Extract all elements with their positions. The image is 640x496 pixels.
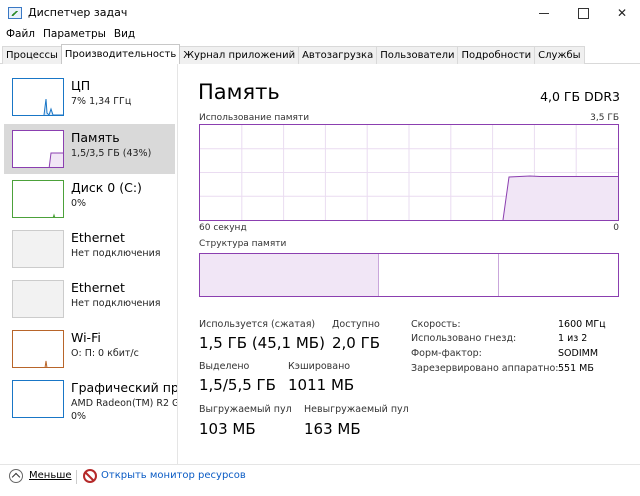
disk-thumbnail-graph [12,180,64,218]
reserved-label: Зарезервировано аппаратно: [411,363,559,374]
menu-bar: Файл Параметры Вид [0,26,139,44]
maximize-button[interactable] [561,0,605,26]
chevron-up-icon[interactable] [9,469,23,483]
usage-graph-max: 3,5 ГБ [590,113,619,123]
task-manager-icon [8,7,22,19]
tab-bar: Процессы Производительность Журнал прило… [0,44,640,64]
sidebar-item-label: Графический про [71,380,178,395]
structure-label: Структура памяти [199,239,287,249]
sidebar-item-memory[interactable]: Память 1,5/3,5 ГБ (43%) [4,124,175,174]
speed-value: 1600 МГц [558,319,606,330]
sidebar-item-label: Память [71,130,120,145]
graph-time-right: 0 [613,223,619,233]
ethernet-thumbnail-graph [12,280,64,318]
sidebar-item-label: Wi-Fi [71,330,101,345]
slots-label: Использовано гнезд: [411,333,517,344]
performance-sidebar: ЦП 7% 1,34 ГГц Память 1,5/3,5 ГБ (43%) Д… [0,64,178,464]
form-factor-label: Форм-фактор: [411,348,482,359]
nonpaged-pool-label: Невыгружаемый пул [304,404,409,415]
resource-monitor-icon[interactable] [83,469,97,483]
sidebar-item-wifi[interactable]: Wi-Fi О: П: 0 кбит/с [4,324,175,374]
paged-pool-label: Выгружаемый пул [199,404,292,415]
sidebar-item-value: 7% 1,34 ГГц [71,96,132,107]
tab-processes[interactable]: Процессы [2,46,62,64]
tab-details[interactable]: Подробности [457,46,536,64]
sidebar-item-ethernet-1[interactable]: Ethernet Нет подключения [4,224,175,274]
memory-panel: Память 4,0 ГБ DDR3 Использование памяти … [178,64,640,464]
menu-options[interactable]: Параметры [39,26,110,44]
footer-bar: Меньше Открыть монитор ресурсов [0,464,640,496]
fewer-details-link[interactable]: Меньше [29,470,72,481]
menu-file[interactable]: Файл [0,26,39,44]
memory-structure-bar [199,253,619,297]
title-bar: Диспетчер задач [0,0,640,26]
sidebar-item-gpu[interactable]: Графический про AMD Radeon(TM) R2 Gr 0% [4,374,178,424]
open-resource-monitor-link[interactable]: Открыть монитор ресурсов [101,470,246,481]
tab-app-history[interactable]: Журнал приложений [179,46,300,64]
memory-usage-graph [199,124,619,221]
cached-label: Кэшировано [288,361,351,372]
graph-time-left: 60 секунд [199,223,247,233]
available-value: 2,0 ГБ [332,334,381,352]
cached-value: 1011 МБ [288,376,355,394]
wifi-thumbnail-graph [12,330,64,368]
sidebar-item-label: Ethernet [71,230,125,245]
slots-value: 1 из 2 [558,333,588,344]
structure-in-use-segment [200,254,379,296]
tab-startup[interactable]: Автозагрузка [298,46,378,64]
speed-label: Скорость: [411,319,461,330]
in-use-label: Используется (сжатая) [199,319,316,330]
memory-total: 4,0 ГБ DDR3 [540,89,620,104]
reserved-value: 551 МБ [558,363,594,374]
sidebar-item-value: 1,5/3,5 ГБ (43%) [71,148,152,159]
available-label: Доступно [332,319,380,330]
minimize-button[interactable] [522,0,566,26]
gpu-thumbnail-graph [12,380,64,418]
sidebar-item-value: 0% [71,198,87,209]
sidebar-item-value: 0% [71,411,87,422]
page-title: Память [198,80,280,104]
committed-label: Выделено [199,361,250,372]
tab-performance[interactable]: Производительность [60,44,181,64]
sidebar-item-value: Нет подключения [71,298,161,309]
menu-view[interactable]: Вид [110,26,139,44]
paged-pool-value: 103 МБ [199,420,256,438]
sidebar-item-ethernet-2[interactable]: Ethernet Нет подключения [4,274,175,324]
sidebar-item-value: AMD Radeon(TM) R2 Gr [71,398,178,409]
form-factor-value: SODIMM [558,348,599,359]
usage-graph-label: Использование памяти [199,113,310,123]
ethernet-thumbnail-graph [12,230,64,268]
close-button[interactable] [600,0,640,26]
tab-users[interactable]: Пользователи [376,46,459,64]
sidebar-item-label: Ethernet [71,280,125,295]
tab-services[interactable]: Службы [534,46,585,64]
sidebar-item-disk[interactable]: Диск 0 (C:) 0% [4,174,175,224]
sidebar-item-label: ЦП [71,78,91,93]
sidebar-item-label: Диск 0 (C:) [71,180,142,195]
sidebar-item-cpu[interactable]: ЦП 7% 1,34 ГГц [4,72,175,122]
nonpaged-pool-value: 163 МБ [304,420,361,438]
structure-divider [498,254,499,296]
committed-value: 1,5/5,5 ГБ [199,376,276,394]
footer-divider [76,470,77,484]
sidebar-item-value: Нет подключения [71,248,161,259]
window-title: Диспетчер задач [28,6,128,19]
in-use-value: 1,5 ГБ (45,1 МБ) [199,334,325,352]
cpu-thumbnail-graph [12,78,64,116]
memory-thumbnail-graph [12,130,64,168]
sidebar-item-value: О: П: 0 кбит/с [71,348,139,359]
